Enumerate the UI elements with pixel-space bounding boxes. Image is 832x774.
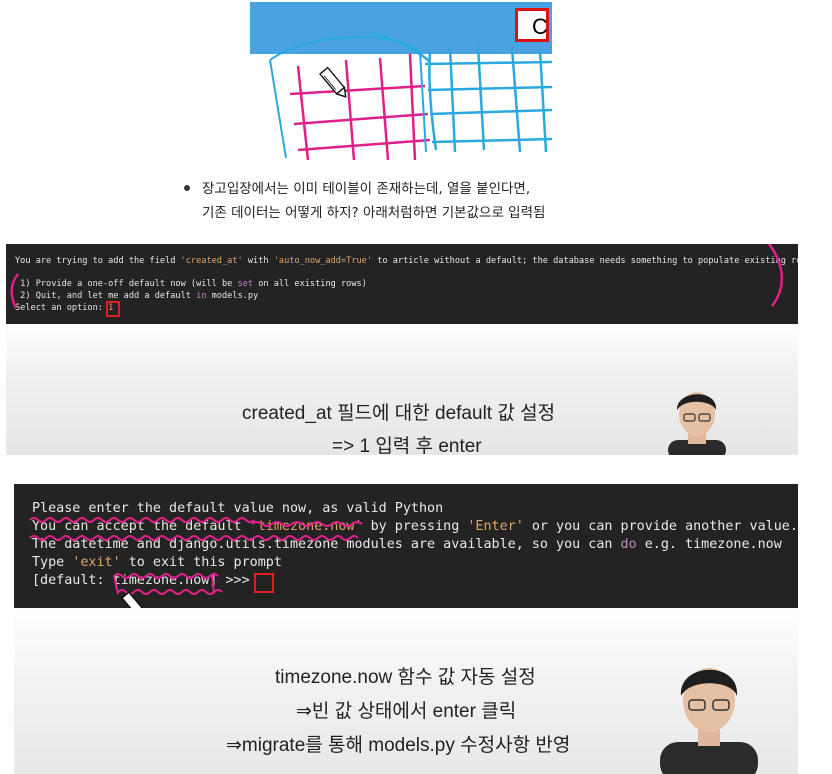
bullet-text-line-1: 장고입장에서는 이미 테이블이 존재하는데, 열을 붙인다면, bbox=[202, 181, 531, 197]
video-caption-panel-1: created_at 필드에 대한 default 값 설정 => 1 입력 후… bbox=[6, 324, 798, 455]
table-grid-sketch bbox=[269, 30, 552, 160]
video-caption-panel-2: timezone.now 함수 값 자동 설정 ⇒빈 값 상태에서 enter … bbox=[14, 608, 798, 774]
whiteboard-drawing: C bbox=[250, 2, 552, 160]
terminal-screenshot-2: Please enter the default value now, as v… bbox=[14, 484, 798, 608]
caption2-line-1: timezone.now 함수 값 자동 설정 bbox=[275, 667, 536, 688]
caption1-line-2: => 1 입력 후 enter bbox=[332, 436, 482, 455]
blue-grid-sketch bbox=[369, 30, 552, 153]
bullet-text-line-2: 기존 데이터는 어떻게 하지? 아래처럼하면 기본값으로 입력됨 bbox=[202, 205, 546, 221]
presenter-avatar bbox=[660, 668, 758, 774]
caption2-line-3: ⇒migrate를 통해 models.py 수정사항 반영 bbox=[226, 735, 571, 756]
pencil-cursor-icon bbox=[319, 66, 347, 98]
caption2-line-2: ⇒빈 값 상태에서 enter 클릭 bbox=[296, 701, 517, 722]
presenter-avatar bbox=[668, 392, 726, 455]
bullet-dot bbox=[184, 185, 190, 191]
caption1-line-1: created_at 필드에 대한 default 값 설정 bbox=[242, 403, 556, 424]
terminal1-annotations bbox=[10, 244, 784, 309]
terminal-screenshot-1: You are trying to add the field 'created… bbox=[6, 244, 798, 324]
terminal2-annotations bbox=[29, 517, 363, 608]
magenta-grid-sketch bbox=[289, 53, 431, 160]
